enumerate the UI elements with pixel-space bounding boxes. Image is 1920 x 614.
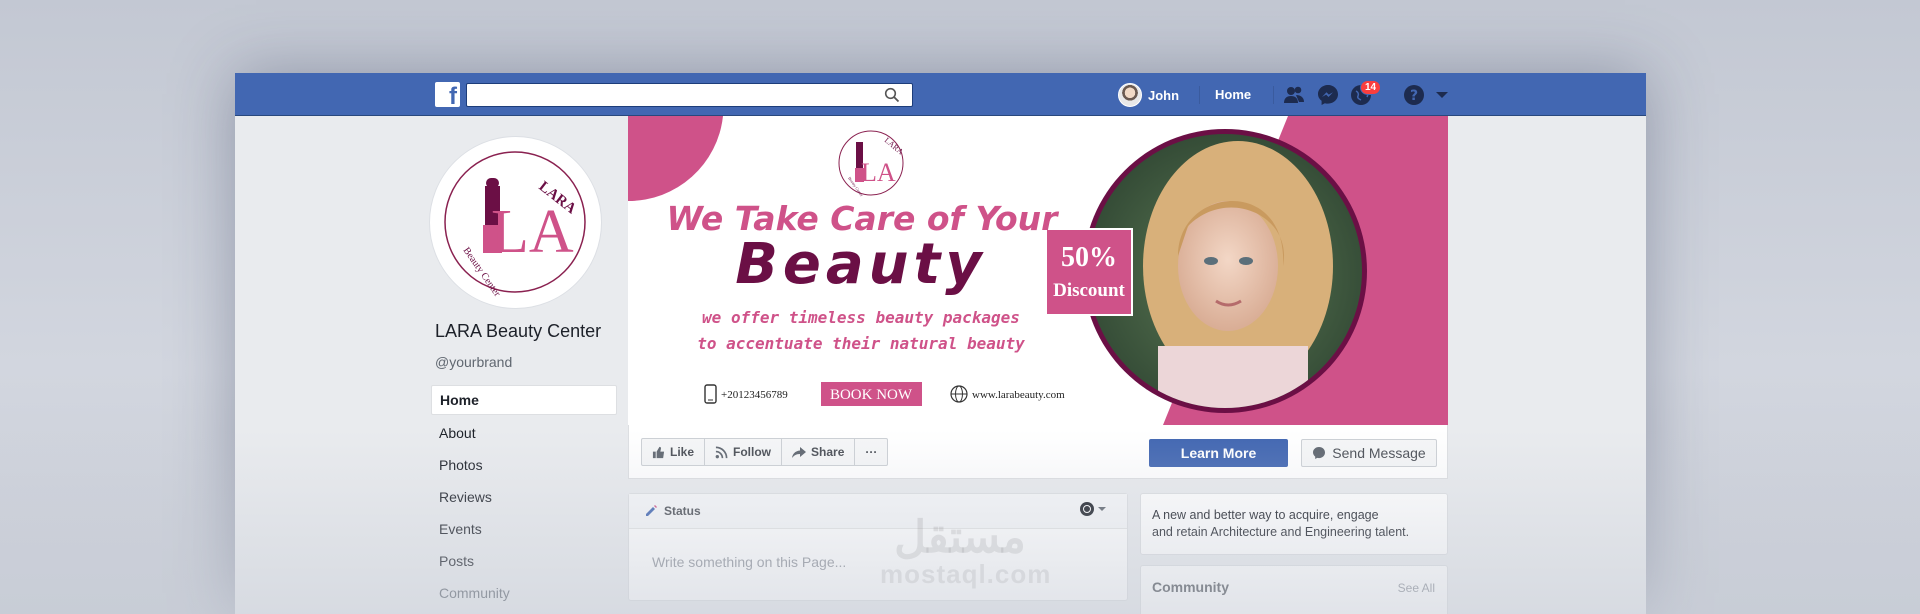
pencil-icon — [646, 505, 657, 516]
messenger-bubble-icon — [1313, 447, 1326, 459]
about-text-line-2: and retain Architecture and Engineering … — [1152, 525, 1410, 539]
share-button[interactable]: Share — [782, 439, 856, 465]
phone-icon — [704, 384, 717, 404]
discount-label: Discount — [1053, 280, 1125, 301]
cover-headline-beauty: Beauty — [735, 232, 987, 297]
cover-tagline-1: we offer timeless beauty packages — [702, 308, 1020, 327]
help-icon[interactable]: ? — [1402, 83, 1426, 107]
follow-label: Follow — [733, 445, 772, 459]
sidebar-item-events[interactable]: Events — [431, 513, 617, 545]
more-options-button[interactable]: ··· — [855, 439, 887, 465]
sidebar-item-photos[interactable]: Photos — [431, 449, 617, 481]
cover-website: www.larabeauty.com — [972, 389, 1065, 401]
lara-logo-icon: LA LARA Beauty Center — [444, 151, 586, 299]
status-tab[interactable]: Status — [629, 494, 1127, 529]
mostaql-watermark: مستقل mostaql.com — [880, 513, 1052, 592]
top-navigation-bar: f John Home 14 ? — [235, 73, 1646, 116]
website-globe-icon — [950, 385, 968, 403]
like-label: Like — [670, 445, 695, 459]
cover-logo-initials: LA — [861, 158, 896, 187]
avatar — [1118, 83, 1142, 107]
cover-logo-icon: LA LARA Beauty Center — [838, 130, 905, 198]
cover-phone: +20123456789 — [721, 389, 788, 401]
svg-text:?: ? — [1410, 88, 1418, 104]
sidebar-item-home[interactable]: Home — [431, 385, 617, 415]
status-input[interactable]: Write something on this Page... — [629, 529, 1127, 570]
search-icon[interactable] — [884, 87, 900, 103]
watermark-arabic: مستقل — [894, 513, 1026, 562]
more-ellipsis-icon: ··· — [865, 445, 878, 459]
messenger-icon[interactable] — [1316, 83, 1340, 107]
share-label: Share — [811, 445, 845, 459]
cover-tagline-2: to accentuate their natural beauty — [697, 334, 1025, 353]
sidebar-item-community[interactable]: Community — [431, 577, 617, 609]
rss-feed-icon — [715, 446, 728, 458]
share-arrow-icon — [792, 446, 807, 458]
see-all-link[interactable]: See All — [1398, 581, 1435, 595]
user-profile-link[interactable]: John — [1118, 82, 1179, 108]
about-description-card: A new and better way to acquire, engage … — [1140, 493, 1448, 555]
facebook-logo-icon[interactable]: f — [435, 82, 460, 107]
nav-divider — [1199, 86, 1200, 104]
community-title: Community — [1152, 579, 1229, 595]
discount-percent: 50% — [1061, 242, 1117, 273]
nav-divider — [1273, 86, 1274, 104]
community-card: Community See All — [1140, 565, 1448, 614]
friend-requests-icon[interactable] — [1282, 83, 1306, 107]
profile-picture[interactable]: LA LARA Beauty Center — [430, 137, 601, 308]
book-now-button[interactable]: BOOK NOW — [830, 387, 913, 403]
page-side-navigation: Home About Photos Reviews Events Posts C… — [431, 385, 617, 609]
status-composer: Status Write something on this Page... — [628, 493, 1128, 601]
nav-home-link[interactable]: Home — [1215, 87, 1251, 102]
about-text-line-1: A new and better way to acquire, engage — [1152, 508, 1379, 522]
send-message-button[interactable]: Send Message — [1301, 439, 1437, 467]
page-action-buttons: Like Follow Share ··· — [641, 438, 889, 466]
user-name: John — [1148, 87, 1180, 103]
send-message-label: Send Message — [1332, 445, 1426, 461]
follow-button[interactable]: Follow — [705, 439, 783, 465]
search-input[interactable] — [466, 83, 913, 107]
cover-photo[interactable]: 50% Discount LA LARA Beauty Center We Ta… — [628, 116, 1448, 425]
notification-badge: 14 — [1360, 80, 1382, 95]
thumbs-up-icon — [652, 446, 665, 458]
sidebar-item-reviews[interactable]: Reviews — [431, 481, 617, 513]
page-action-bar: Like Follow Share ··· Learn More Send Me… — [628, 425, 1448, 479]
cover-artwork: 50% Discount LA LARA Beauty Center We Ta… — [628, 116, 1448, 425]
status-title: Status — [664, 504, 701, 518]
page-title: LARA Beauty Center — [435, 321, 602, 341]
like-button[interactable]: Like — [642, 439, 706, 465]
watermark-latin: mostaql.com — [880, 559, 1052, 589]
learn-more-button[interactable]: Learn More — [1149, 439, 1288, 467]
sidebar-item-about[interactable]: About — [431, 417, 617, 449]
account-menu-chevron-down-icon[interactable] — [1434, 85, 1450, 105]
sidebar-item-posts[interactable]: Posts — [431, 545, 617, 577]
page-handle[interactable]: @yourbrand — [435, 354, 512, 370]
audience-selector-icon[interactable] — [1079, 501, 1113, 517]
